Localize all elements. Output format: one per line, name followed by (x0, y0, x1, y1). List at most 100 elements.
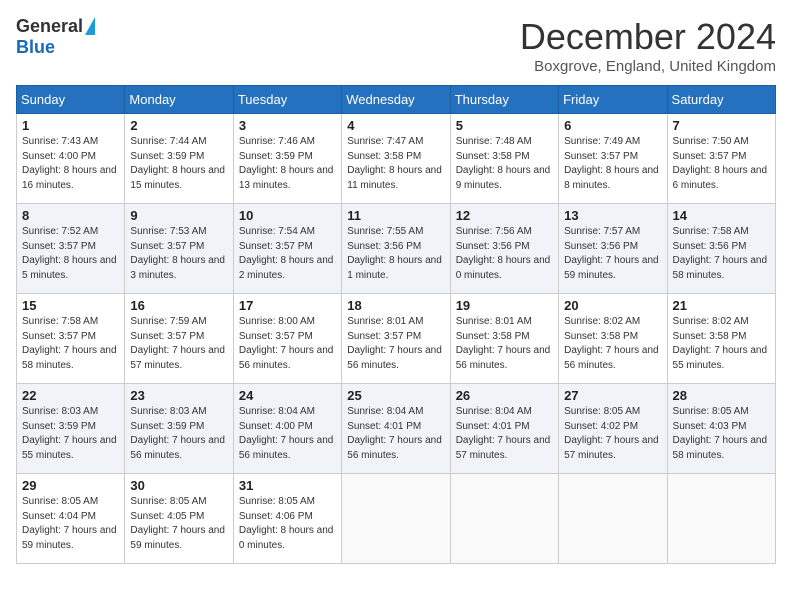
calendar-header-saturday: Saturday (667, 86, 775, 114)
day-number: 25 (347, 388, 444, 403)
calendar-header-tuesday: Tuesday (233, 86, 341, 114)
day-number: 21 (673, 298, 770, 313)
day-number: 17 (239, 298, 336, 313)
calendar-cell: 27 Sunrise: 8:05 AM Sunset: 4:02 PM Dayl… (559, 384, 667, 474)
day-info: Sunrise: 7:53 AM Sunset: 3:57 PM Dayligh… (130, 225, 227, 283)
day-info: Sunrise: 7:58 AM Sunset: 3:56 PM Dayligh… (673, 225, 770, 283)
day-info: Sunrise: 8:04 AM Sunset: 4:00 PM Dayligh… (239, 405, 336, 463)
calendar-cell: 10 Sunrise: 7:54 AM Sunset: 3:57 PM Dayl… (233, 204, 341, 294)
calendar-cell: 26 Sunrise: 8:04 AM Sunset: 4:01 PM Dayl… (450, 384, 558, 474)
logo: General Blue (16, 16, 95, 58)
day-number: 27 (564, 388, 661, 403)
calendar-week-2: 8 Sunrise: 7:52 AM Sunset: 3:57 PM Dayli… (17, 204, 776, 294)
location: Boxgrove, England, United Kingdom (520, 58, 776, 75)
day-number: 7 (673, 118, 770, 133)
day-number: 13 (564, 208, 661, 223)
day-number: 3 (239, 118, 336, 133)
day-number: 5 (456, 118, 553, 133)
day-info: Sunrise: 8:03 AM Sunset: 3:59 PM Dayligh… (130, 405, 227, 463)
calendar-cell: 4 Sunrise: 7:47 AM Sunset: 3:58 PM Dayli… (342, 114, 450, 204)
day-info: Sunrise: 7:59 AM Sunset: 3:57 PM Dayligh… (130, 315, 227, 373)
calendar-cell: 7 Sunrise: 7:50 AM Sunset: 3:57 PM Dayli… (667, 114, 775, 204)
day-info: Sunrise: 7:48 AM Sunset: 3:58 PM Dayligh… (456, 135, 553, 193)
calendar-cell: 9 Sunrise: 7:53 AM Sunset: 3:57 PM Dayli… (125, 204, 233, 294)
day-number: 30 (130, 478, 227, 493)
calendar-cell: 29 Sunrise: 8:05 AM Sunset: 4:04 PM Dayl… (17, 474, 125, 564)
day-info: Sunrise: 7:56 AM Sunset: 3:56 PM Dayligh… (456, 225, 553, 283)
day-info: Sunrise: 8:05 AM Sunset: 4:02 PM Dayligh… (564, 405, 661, 463)
calendar-header-row: SundayMondayTuesdayWednesdayThursdayFrid… (17, 86, 776, 114)
page-header: General Blue December 2024 Boxgrove, Eng… (16, 16, 776, 75)
day-info: Sunrise: 7:46 AM Sunset: 3:59 PM Dayligh… (239, 135, 336, 193)
day-number: 28 (673, 388, 770, 403)
day-number: 10 (239, 208, 336, 223)
day-info: Sunrise: 7:50 AM Sunset: 3:57 PM Dayligh… (673, 135, 770, 193)
day-info: Sunrise: 8:04 AM Sunset: 4:01 PM Dayligh… (456, 405, 553, 463)
day-number: 9 (130, 208, 227, 223)
day-number: 23 (130, 388, 227, 403)
calendar-cell (342, 474, 450, 564)
calendar-cell: 18 Sunrise: 8:01 AM Sunset: 3:57 PM Dayl… (342, 294, 450, 384)
day-info: Sunrise: 7:58 AM Sunset: 3:57 PM Dayligh… (22, 315, 119, 373)
calendar-header-monday: Monday (125, 86, 233, 114)
day-number: 8 (22, 208, 119, 223)
day-number: 11 (347, 208, 444, 223)
day-number: 24 (239, 388, 336, 403)
calendar-header-wednesday: Wednesday (342, 86, 450, 114)
calendar-cell: 28 Sunrise: 8:05 AM Sunset: 4:03 PM Dayl… (667, 384, 775, 474)
calendar-cell: 13 Sunrise: 7:57 AM Sunset: 3:56 PM Dayl… (559, 204, 667, 294)
calendar-cell: 14 Sunrise: 7:58 AM Sunset: 3:56 PM Dayl… (667, 204, 775, 294)
calendar-cell: 23 Sunrise: 8:03 AM Sunset: 3:59 PM Dayl… (125, 384, 233, 474)
calendar-cell (450, 474, 558, 564)
day-info: Sunrise: 8:02 AM Sunset: 3:58 PM Dayligh… (564, 315, 661, 373)
calendar-cell: 15 Sunrise: 7:58 AM Sunset: 3:57 PM Dayl… (17, 294, 125, 384)
calendar-header-sunday: Sunday (17, 86, 125, 114)
day-info: Sunrise: 8:05 AM Sunset: 4:04 PM Dayligh… (22, 495, 119, 553)
day-info: Sunrise: 8:04 AM Sunset: 4:01 PM Dayligh… (347, 405, 444, 463)
logo-icon (85, 17, 95, 35)
calendar-week-4: 22 Sunrise: 8:03 AM Sunset: 3:59 PM Dayl… (17, 384, 776, 474)
day-info: Sunrise: 8:02 AM Sunset: 3:58 PM Dayligh… (673, 315, 770, 373)
calendar-week-5: 29 Sunrise: 8:05 AM Sunset: 4:04 PM Dayl… (17, 474, 776, 564)
day-info: Sunrise: 8:00 AM Sunset: 3:57 PM Dayligh… (239, 315, 336, 373)
day-info: Sunrise: 8:01 AM Sunset: 3:57 PM Dayligh… (347, 315, 444, 373)
day-info: Sunrise: 8:05 AM Sunset: 4:05 PM Dayligh… (130, 495, 227, 553)
day-number: 31 (239, 478, 336, 493)
day-number: 19 (456, 298, 553, 313)
day-info: Sunrise: 7:54 AM Sunset: 3:57 PM Dayligh… (239, 225, 336, 283)
day-info: Sunrise: 7:47 AM Sunset: 3:58 PM Dayligh… (347, 135, 444, 193)
day-info: Sunrise: 7:57 AM Sunset: 3:56 PM Dayligh… (564, 225, 661, 283)
calendar-cell: 1 Sunrise: 7:43 AM Sunset: 4:00 PM Dayli… (17, 114, 125, 204)
day-number: 14 (673, 208, 770, 223)
day-info: Sunrise: 8:01 AM Sunset: 3:58 PM Dayligh… (456, 315, 553, 373)
calendar-cell: 3 Sunrise: 7:46 AM Sunset: 3:59 PM Dayli… (233, 114, 341, 204)
day-info: Sunrise: 7:49 AM Sunset: 3:57 PM Dayligh… (564, 135, 661, 193)
calendar-cell (559, 474, 667, 564)
calendar-cell: 22 Sunrise: 8:03 AM Sunset: 3:59 PM Dayl… (17, 384, 125, 474)
calendar-week-1: 1 Sunrise: 7:43 AM Sunset: 4:00 PM Dayli… (17, 114, 776, 204)
calendar-cell: 8 Sunrise: 7:52 AM Sunset: 3:57 PM Dayli… (17, 204, 125, 294)
logo-blue: Blue (16, 37, 55, 58)
logo-general: General (16, 16, 83, 37)
day-number: 2 (130, 118, 227, 133)
calendar-cell: 30 Sunrise: 8:05 AM Sunset: 4:05 PM Dayl… (125, 474, 233, 564)
day-number: 20 (564, 298, 661, 313)
calendar-cell: 20 Sunrise: 8:02 AM Sunset: 3:58 PM Dayl… (559, 294, 667, 384)
calendar-table: SundayMondayTuesdayWednesdayThursdayFrid… (16, 85, 776, 564)
day-info: Sunrise: 7:55 AM Sunset: 3:56 PM Dayligh… (347, 225, 444, 283)
day-info: Sunrise: 7:43 AM Sunset: 4:00 PM Dayligh… (22, 135, 119, 193)
calendar-cell: 6 Sunrise: 7:49 AM Sunset: 3:57 PM Dayli… (559, 114, 667, 204)
calendar-cell: 12 Sunrise: 7:56 AM Sunset: 3:56 PM Dayl… (450, 204, 558, 294)
calendar-cell: 17 Sunrise: 8:00 AM Sunset: 3:57 PM Dayl… (233, 294, 341, 384)
day-number: 22 (22, 388, 119, 403)
day-info: Sunrise: 7:52 AM Sunset: 3:57 PM Dayligh… (22, 225, 119, 283)
day-number: 1 (22, 118, 119, 133)
day-number: 26 (456, 388, 553, 403)
day-number: 15 (22, 298, 119, 313)
calendar-cell: 2 Sunrise: 7:44 AM Sunset: 3:59 PM Dayli… (125, 114, 233, 204)
calendar-cell: 16 Sunrise: 7:59 AM Sunset: 3:57 PM Dayl… (125, 294, 233, 384)
calendar-cell: 5 Sunrise: 7:48 AM Sunset: 3:58 PM Dayli… (450, 114, 558, 204)
title-section: December 2024 Boxgrove, England, United … (520, 16, 776, 75)
calendar-header-friday: Friday (559, 86, 667, 114)
day-number: 4 (347, 118, 444, 133)
